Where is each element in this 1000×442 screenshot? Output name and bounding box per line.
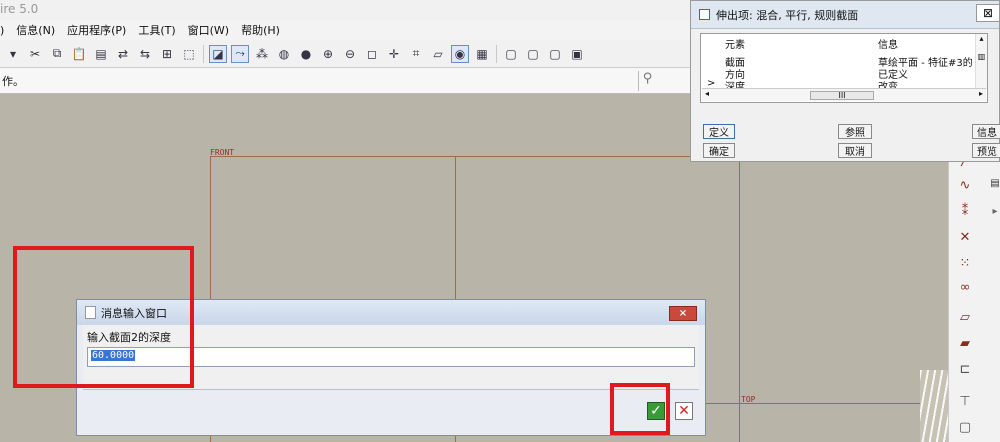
datum-plane-edge (739, 156, 740, 442)
highlight-box (13, 246, 194, 388)
datum-point-plane-icon[interactable]: ⁙ (955, 256, 975, 274)
appearance-icon[interactable]: ◍ (275, 45, 293, 63)
window-icon (699, 9, 710, 20)
feature-dialog-title-bar: 伸出项: 混合, 平行, 规则截面 (691, 1, 999, 29)
model-tree-icon[interactable]: ▦ (473, 45, 491, 63)
menu-bar: ) 信息(N) 应用程序(P) 工具(T) 窗口(W) 帮助(H) (0, 20, 690, 40)
menu-help[interactable]: 帮助(H) (235, 22, 286, 38)
shading-icon[interactable]: ▣ (568, 45, 586, 63)
reference-button[interactable]: 参照 (838, 124, 872, 139)
toolbar-separator (496, 44, 497, 63)
menu-window[interactable]: 窗口(W) (182, 22, 235, 38)
table-header: 元素 信息 (701, 36, 987, 51)
datum-plane-edge (706, 403, 921, 404)
find-icon[interactable]: ⊞ (158, 45, 176, 63)
flyout-arrow-icon[interactable]: ▸ (989, 206, 1000, 224)
toolbar-separator (203, 44, 204, 63)
element-info-table: 元素 信息 截面 草绘平面 - 特征#3的 方向 已定义 > 深度 改变 ▴▥ … (700, 33, 988, 103)
highlight-box (610, 383, 670, 435)
scribble-overlay (920, 370, 948, 442)
cancel-button[interactable]: ✕ (675, 402, 693, 420)
chain-curve-icon[interactable]: ∞ (955, 280, 975, 298)
sketch-icon[interactable]: ◪ (209, 44, 227, 63)
menu-tools[interactable]: 工具(T) (132, 22, 181, 38)
close-button[interactable]: ⊠ (976, 4, 1000, 22)
menu-applications[interactable]: 应用程序(P) (61, 22, 132, 38)
curve-tool-icon[interactable]: ∿ (955, 178, 975, 196)
hole-icon[interactable]: ⊤ (955, 394, 975, 412)
menu-info[interactable]: 信息(N) (10, 22, 61, 38)
cancel-button[interactable]: 取消 (838, 143, 872, 158)
main-toolbar: ▾ ✂ ⧉ 📋 ▤ ⇄ ⇆ ⊞ ⬚ ◪ ⤳ ⁂ ◍ ● ⊕ ⊖ ◻ ✛ ⌗ ▱ … (0, 40, 690, 68)
paste-icon[interactable]: 📋 (70, 45, 88, 63)
message-area: 作。 ⚲ (0, 68, 690, 94)
datum-display-icon[interactable]: ⌗ (407, 45, 425, 63)
define-button[interactable]: 定义 (703, 124, 735, 139)
ok-button[interactable]: 确定 (703, 143, 735, 158)
offset-plane-icon[interactable]: ▰ (955, 336, 975, 354)
side-panel-icon[interactable]: ▤ (989, 178, 1000, 196)
sphere-icon[interactable]: ● (297, 45, 315, 63)
select-box-icon[interactable]: ⬚ (180, 45, 198, 63)
info-button[interactable]: 信息 (972, 124, 1000, 139)
spin-center-icon[interactable]: ✛ (385, 45, 403, 63)
zoom-in-icon[interactable]: ⊕ (319, 45, 337, 63)
feature-definition-dialog: 伸出项: 混合, 平行, 规则截面 ⊠ 元素 信息 截面 草绘平面 - 特征#3… (690, 0, 1000, 162)
layers-icon[interactable]: ▱ (429, 45, 447, 63)
table-row[interactable]: 方向 已定义 (701, 66, 987, 81)
app-title-bar: ire 5.0 (0, 0, 690, 20)
analysis-icon[interactable]: ◉ (451, 44, 469, 63)
table-row[interactable]: 截面 草绘平面 - 特征#3的 (701, 54, 987, 69)
datum-axis-icon[interactable]: ✕ (955, 230, 975, 248)
hidden-line-icon[interactable]: ▢ (524, 45, 542, 63)
coordinate-system-icon[interactable]: ⊏ (955, 362, 975, 380)
shell-icon[interactable]: ▢ (955, 420, 975, 438)
no-hidden-icon[interactable]: ▢ (546, 45, 564, 63)
horizontal-scrollbar[interactable]: ◂ III ▸ (702, 88, 986, 101)
message-dialog-footer: ✓ ✕ (83, 389, 699, 431)
regenerate-icon[interactable]: ⇄ (114, 45, 132, 63)
vertical-scrollbar[interactable]: ▴ ▥ (975, 34, 987, 90)
refit-icon[interactable]: ◻ (363, 45, 381, 63)
cut-icon[interactable]: ✂ (26, 45, 44, 63)
dropdown-icon[interactable]: ▾ (4, 45, 22, 63)
status-message: 作。 (2, 74, 24, 88)
wireframe-icon[interactable]: ▢ (502, 45, 520, 63)
datum-point-icon[interactable]: ⁂ (253, 45, 271, 63)
preview-button[interactable]: 预览 (972, 143, 1000, 158)
datum-plane-edge (210, 156, 740, 157)
scroll-left-icon[interactable]: ◂ (705, 89, 709, 98)
column-header-element: 元素 (725, 40, 745, 51)
datum-points-icon[interactable]: ⁑ (955, 204, 975, 222)
paste-special-icon[interactable]: ▤ (92, 45, 110, 63)
close-button[interactable]: × (669, 306, 697, 321)
curve-icon[interactable]: ⤳ (231, 44, 249, 63)
app-title: ire 5.0 (0, 2, 39, 16)
scroll-right-icon[interactable]: ▸ (979, 89, 983, 98)
regenerate-manager-icon[interactable]: ⇆ (136, 45, 154, 63)
thermometer-icon: ⚲ (638, 71, 656, 91)
datum-plane-icon[interactable]: ▱ (955, 310, 975, 328)
scroll-thumb[interactable]: III (810, 91, 874, 100)
feature-dialog-title: 伸出项: 混合, 平行, 规则截面 (716, 8, 859, 22)
copy-icon[interactable]: ⧉ (48, 45, 66, 63)
column-header-info: 信息 (878, 40, 898, 51)
zoom-out-icon[interactable]: ⊖ (341, 45, 359, 63)
menu-prefix: ) (0, 23, 5, 37)
